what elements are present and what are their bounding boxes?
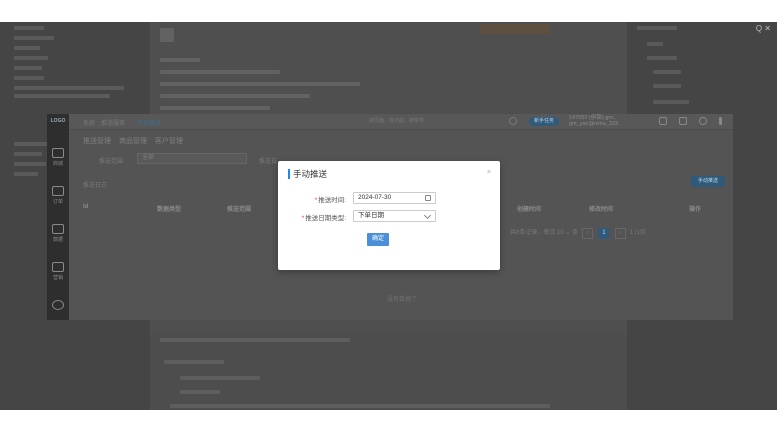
chart-icon [52,224,64,234]
breadcrumb-push-service[interactable]: 推送服务 [101,118,125,127]
gear-icon [52,300,64,310]
manual-push-button[interactable]: 手动推送 [691,176,725,187]
chevron-down-icon [423,211,432,220]
breadcrumb-manual-push[interactable]: 手动推送 [137,118,161,127]
tab-push-management[interactable]: 推送管理 [83,138,111,145]
col-actions: 操作 [689,207,702,213]
message-icon[interactable] [679,117,687,125]
bottom-margin [0,410,777,431]
empty-state-text: 没有数据了 [387,297,418,303]
sidebar-item-settings[interactable] [47,300,69,312]
prev-page-button[interactable]: ‹ [581,228,593,239]
share-icon [52,262,64,272]
date-filter-label: 推送日 [259,159,278,165]
sidebar-item-marketing[interactable]: 营销 [47,262,69,281]
calendar-icon[interactable] [425,195,431,201]
global-search-input[interactable]: 搜页面、搜功能、搜菜单 [369,117,529,127]
next-page-button[interactable]: › [615,228,627,239]
background-lower-area [150,334,627,410]
help-icon[interactable] [699,117,707,125]
push-time-label: *推送时间: [314,197,346,204]
window-controls[interactable]: Q ✕ [756,24,771,33]
page-jump-input[interactable]: 1 [630,230,633,236]
col-id: Id [83,204,89,210]
app-header: 系统 推送服务 手动推送 搜页面、搜功能、搜菜单 新手任务 147053 (伊莱… [69,114,733,130]
user-info[interactable]: 147053 (伊莱)-gm.. gm_yan@niina_333 [569,115,618,127]
sidebar-item-orders[interactable]: 订单 [47,186,69,205]
tab-product-management[interactable]: 商品管理 [119,138,147,145]
top-margin [0,0,777,22]
confirm-button[interactable]: 确定 [367,233,389,246]
list-title: 推送日志 [83,183,108,189]
close-icon[interactable]: × [487,169,491,176]
title-accent-bar [288,169,290,179]
app-tabs: 推送管理 商品管理 客户管理 [83,136,189,146]
newbie-task-button[interactable]: 新手任务 [529,117,559,126]
search-icon[interactable] [509,117,517,125]
app-logo: LOGO [50,118,66,124]
pagination: 共8条记录，每页 10 ⌄ 条 ‹ 1 › 1 /1页 [510,227,646,239]
page-1-button[interactable]: 1 [598,228,610,239]
app-sidebar: LOGO 商城 订单 数据 营销 [47,114,69,320]
share-icon[interactable] [659,117,667,125]
scope-filter-label: 推送范围 [99,159,124,165]
user-account: gm_yan@niina_333 [569,121,619,127]
document-icon [52,186,64,196]
sidebar-item-data[interactable]: 数据 [47,224,69,243]
col-created-time: 创建时间 [517,207,542,213]
sidebar-item-shop[interactable]: 商城 [47,148,69,167]
tab-customer-management[interactable]: 客户管理 [155,138,183,145]
push-date-type-select[interactable]: 下单日期 [353,210,436,222]
breadcrumb-system[interactable]: 系统 [83,118,95,127]
push-date-type-label: *推送日期类型: [301,215,346,222]
dialog-title: 手动推送 [293,169,328,179]
chevron-down-icon[interactable]: ⌄ [565,230,570,236]
scope-filter-select[interactable]: 全部 [137,153,247,164]
shop-icon [52,148,64,158]
col-push-scope: 推送范围 [227,207,252,213]
more-icon[interactable] [719,117,722,125]
push-time-input[interactable]: 2024-07-30 [353,192,436,204]
col-data-type: 数据类型 [157,207,182,213]
page-size-select[interactable]: 10 [557,230,564,236]
col-modified-time: 修改时间 [589,207,614,213]
